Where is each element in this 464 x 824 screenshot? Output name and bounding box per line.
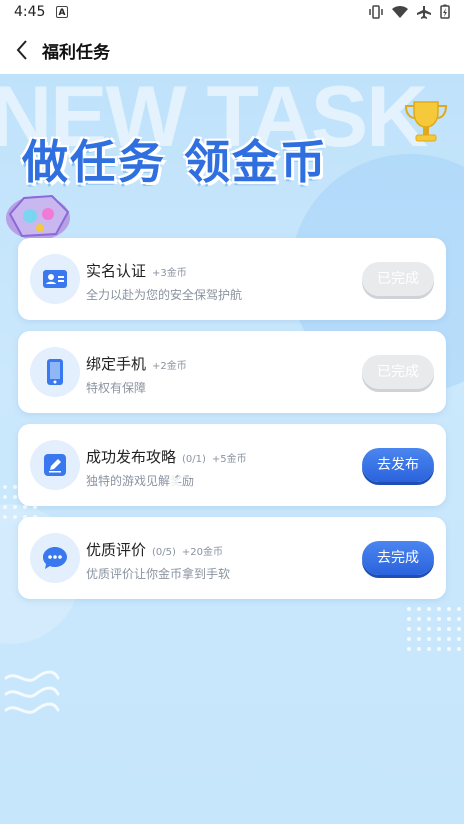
task-reward: +2金币 [152,361,187,372]
task-name: 优质评价 [86,541,147,559]
task-card-verify: 实名认证 +3金币 全力以赴为您的安全保驾护航 已完成 [18,238,446,320]
wifi-icon [392,5,408,18]
battery-icon [440,4,450,19]
edit-icon [44,454,66,476]
task-title: 成功发布攻略 (0/1) +5金币 [86,446,247,467]
task-desc: 特权有保障 [86,381,147,395]
task-title: 实名认证 +3金币 [86,260,187,281]
task-reward: +20金币 [181,547,224,558]
watermark: K73游戏之家.com [168,470,308,498]
main-content: NEW TASK 做任务 领金币 实名认证+3金币 全力以赴为您的安全保驾护航 [0,74,464,824]
task-name: 绑定手机 [86,355,147,373]
task-progress: (0/1) [182,454,206,465]
task-desc: 优质评价让你金币拿到手软 [86,567,231,581]
task-icon-bg [30,347,80,397]
publish-button[interactable]: 去发布 [362,448,434,482]
status-time: 4:45 [14,4,46,20]
decor-dots [3,485,37,519]
airplane-icon [417,5,431,19]
status-icons [368,4,450,19]
decor-waves [4,670,60,714]
watermark-domain: .com [275,481,309,495]
status-bar: 4:45 A [0,0,464,26]
trophy-icon [404,101,448,142]
chat-icon [43,547,67,569]
notification-icon: A [56,6,68,18]
page-title: 福利任务 [42,43,110,63]
decor-dots [407,607,461,651]
task-name: 成功发布攻略 [86,448,177,466]
task-done-button[interactable]: 已完成 [362,355,434,389]
task-reward: +3金币 [152,268,187,279]
task-card-quality-review: 优质评价 (0/5) +20金币 优质评价让你金币拿到手软 去完成 [18,517,446,599]
task-title: 优质评价 (0/5) +20金币 [86,539,223,560]
complete-button[interactable]: 去完成 [362,541,434,575]
phone-icon [47,359,63,385]
watermark-sub: 游戏之家 [223,481,276,495]
vibrate-icon [369,4,383,19]
back-arrow-icon[interactable] [10,36,38,64]
task-name: 实名认证 [86,262,147,280]
task-reward: +5金币 [211,454,247,465]
task-done-button[interactable]: 已完成 [362,262,434,296]
nav-bar: 福利任务 [0,26,464,74]
id-card-icon [43,270,67,288]
task-progress: (0/5) [152,547,176,558]
watermark-main: K73 [168,470,223,498]
task-title: 绑定手机 +2金币 [86,353,187,374]
task-icon-bg [30,254,80,304]
task-card-bind-phone: 绑定手机 +2金币 特权有保障 已完成 [18,331,446,413]
task-desc: 全力以赴为您的安全保驾护航 [86,288,243,302]
hero-title: 做任务 领金币 [22,135,329,189]
